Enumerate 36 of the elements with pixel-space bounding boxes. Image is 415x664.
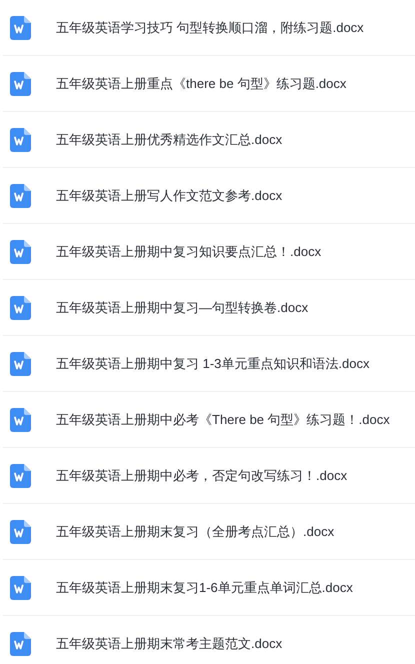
file-row[interactable]: 五年级英语上册期末复习1-6单元重点单词汇总.docx — [3, 560, 415, 616]
file-row[interactable]: 五年级英语上册期中必考《There be 句型》练习题！.docx — [3, 392, 415, 448]
word-document-icon — [10, 16, 31, 40]
file-row[interactable]: 五年级英语上册写人作文范文参考.docx — [3, 168, 415, 224]
file-name: 五年级英语上册优秀精选作文汇总.docx — [56, 132, 282, 148]
file-name: 五年级英语上册期中复习—句型转换卷.docx — [56, 300, 308, 316]
file-name: 五年级英语上册期末常考主题范文.docx — [56, 636, 282, 652]
word-document-icon — [10, 352, 31, 376]
file-row[interactable]: 五年级英语学习技巧 句型转换顺口溜，附练习题.docx — [3, 0, 415, 56]
file-row[interactable]: 五年级英语上册期中复习 1-3单元重点知识和语法.docx — [3, 336, 415, 392]
file-row[interactable]: 五年级英语上册期中复习知识要点汇总！.docx — [3, 224, 415, 280]
file-row[interactable]: 五年级英语上册期末复习（全册考点汇总）.docx — [3, 504, 415, 560]
file-name: 五年级英语上册期中必考《There be 句型》练习题！.docx — [56, 412, 390, 428]
file-name: 五年级英语上册期末复习（全册考点汇总）.docx — [56, 524, 334, 540]
file-name: 五年级英语上册期末复习1-6单元重点单词汇总.docx — [56, 580, 353, 596]
file-row[interactable]: 五年级英语上册重点《there be 句型》练习题.docx — [3, 56, 415, 112]
file-row[interactable]: 五年级英语上册期中复习—句型转换卷.docx — [3, 280, 415, 336]
file-name: 五年级英语上册期中复习 1-3单元重点知识和语法.docx — [56, 356, 370, 372]
file-name: 五年级英语上册期中复习知识要点汇总！.docx — [56, 244, 322, 260]
file-row[interactable]: 五年级英语上册优秀精选作文汇总.docx — [3, 112, 415, 168]
file-name: 五年级英语上册期中必考，否定句改写练习！.docx — [56, 468, 348, 484]
word-document-icon — [10, 184, 31, 208]
word-document-icon — [10, 72, 31, 96]
file-row[interactable]: 五年级英语上册期中必考，否定句改写练习！.docx — [3, 448, 415, 504]
word-document-icon — [10, 296, 31, 320]
word-document-icon — [10, 128, 31, 152]
word-document-icon — [10, 240, 31, 264]
file-name: 五年级英语学习技巧 句型转换顺口溜，附练习题.docx — [56, 20, 364, 36]
word-document-icon — [10, 576, 31, 600]
word-document-icon — [10, 408, 31, 432]
file-name: 五年级英语上册写人作文范文参考.docx — [56, 188, 282, 204]
word-document-icon — [10, 464, 31, 488]
word-document-icon — [10, 520, 31, 544]
file-name: 五年级英语上册重点《there be 句型》练习题.docx — [56, 76, 346, 92]
file-row[interactable]: 五年级英语上册期末常考主题范文.docx — [3, 616, 415, 664]
word-document-icon — [10, 632, 31, 656]
